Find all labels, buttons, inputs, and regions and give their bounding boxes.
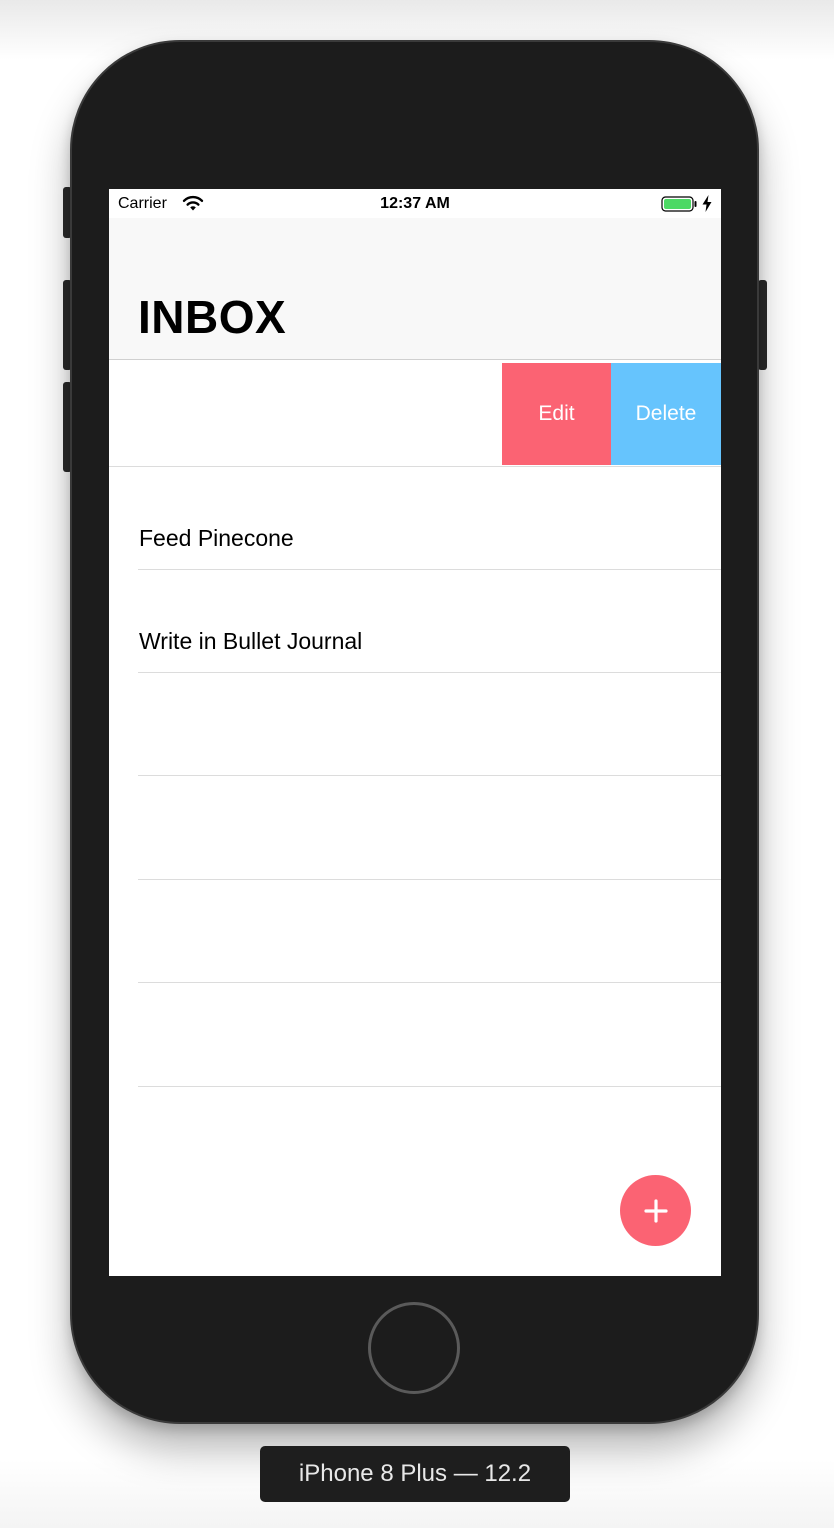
- table-row[interactable]: Write in Bullet Journal: [109, 570, 721, 673]
- table-row[interactable]: [109, 777, 721, 880]
- status-bar: Carrier 12:37 AM: [109, 189, 721, 218]
- task-title: Write in Bullet Journal: [139, 628, 363, 654]
- delete-swipe-button[interactable]: Delete: [611, 363, 721, 465]
- swiped-table-row[interactable]: Edit Delete: [109, 363, 721, 465]
- battery-full-icon: [661, 196, 697, 212]
- navigation-bar: INBOX: [109, 218, 721, 360]
- charging-bolt-icon: [702, 195, 712, 212]
- page-title: INBOX: [138, 291, 287, 343]
- power-button[interactable]: [758, 280, 767, 370]
- plus-icon: [643, 1198, 668, 1223]
- table-row[interactable]: [109, 984, 721, 1087]
- status-time: 12:37 AM: [380, 195, 450, 212]
- row-divider: [138, 775, 721, 776]
- table-row[interactable]: [109, 880, 721, 983]
- row-divider: [138, 1086, 721, 1087]
- row-divider: [138, 982, 721, 983]
- table-row[interactable]: Feed Pinecone: [109, 467, 721, 570]
- task-title: Feed Pinecone: [139, 525, 294, 551]
- device-label: iPhone 8 Plus — 12.2: [260, 1446, 570, 1502]
- simulator-desktop: Carrier 12:37 AM INBOX Edit Delete Feed …: [0, 0, 834, 1528]
- app-screen: Carrier 12:37 AM INBOX Edit Delete Feed …: [109, 189, 721, 1276]
- table-row[interactable]: [109, 673, 721, 776]
- add-task-button[interactable]: [620, 1175, 691, 1246]
- home-button[interactable]: [368, 1302, 460, 1394]
- edit-swipe-button[interactable]: Edit: [502, 363, 611, 465]
